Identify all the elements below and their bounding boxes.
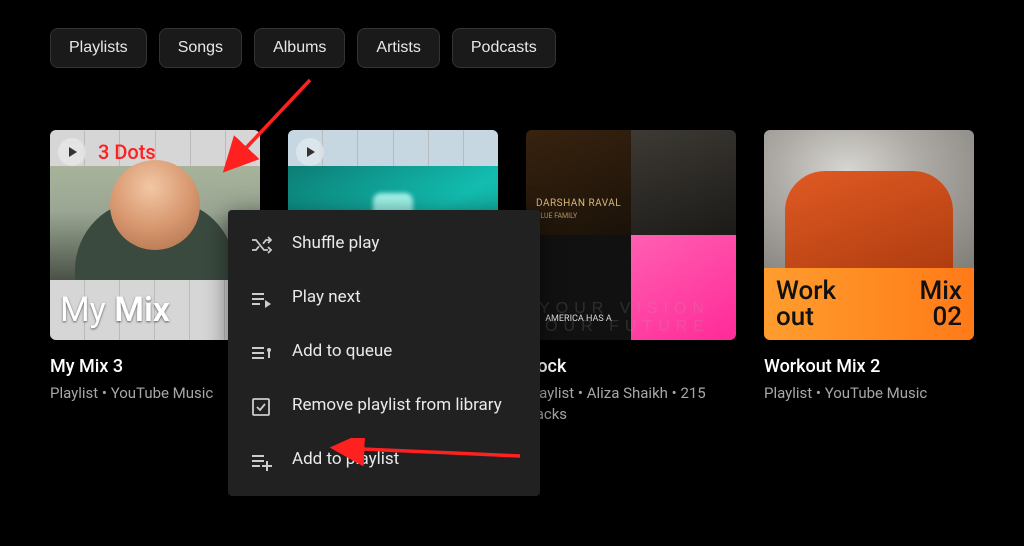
cover-tile bbox=[631, 130, 736, 235]
playlist-add-icon bbox=[248, 448, 274, 474]
annotation-3dots-label: 3 Dots bbox=[98, 140, 156, 164]
playlist-title[interactable]: Workout Mix 2 bbox=[764, 356, 974, 377]
library-check-icon bbox=[248, 394, 274, 420]
cover-band-text: Work bbox=[776, 278, 836, 304]
menu-item-label: Remove playlist from library bbox=[292, 394, 502, 417]
queue-icon bbox=[248, 340, 274, 366]
menu-item-label: Add to queue bbox=[292, 340, 392, 363]
tab-artists[interactable]: Artists bbox=[357, 28, 439, 68]
menu-item-remove-from-library[interactable]: Remove playlist from library bbox=[228, 380, 540, 434]
playlist-card-rock[interactable]: AMERICA HAS A DARSHAN RAVAL BLUE FAMILY … bbox=[526, 130, 736, 425]
cover-tile bbox=[631, 235, 736, 340]
cover-tile: AMERICA HAS A bbox=[526, 235, 631, 340]
tab-playlists[interactable]: Playlists bbox=[50, 28, 147, 68]
cover-band-text: Mix bbox=[920, 278, 962, 304]
play-icon[interactable] bbox=[58, 138, 86, 166]
cover-band-text: 02 bbox=[920, 304, 962, 330]
play-next-icon bbox=[248, 286, 274, 312]
tab-albums[interactable]: Albums bbox=[254, 28, 345, 68]
playlist-card-workout2[interactable]: Work out Mix 02 Workout Mix 2 Playlist •… bbox=[764, 130, 974, 425]
cover-text: DARSHAN RAVAL bbox=[536, 198, 621, 209]
playlist-cover[interactable]: Work out Mix 02 bbox=[764, 130, 974, 340]
menu-item-label: Shuffle play bbox=[292, 232, 379, 255]
playlist-subtitle: Playlist • Aliza Shaikh • 215 tracks bbox=[526, 383, 736, 425]
menu-item-add-to-queue[interactable]: Add to queue bbox=[228, 326, 540, 380]
menu-item-play-next[interactable]: Play next bbox=[228, 272, 540, 326]
library-filter-tabs: Playlists Songs Albums Artists Podcasts bbox=[0, 0, 1024, 68]
cover-band-prefix: My bbox=[60, 290, 106, 330]
playlist-title[interactable]: Rock bbox=[526, 356, 736, 377]
cover-band-text: out bbox=[776, 304, 836, 330]
menu-item-label: Play next bbox=[292, 286, 361, 309]
tab-songs[interactable]: Songs bbox=[159, 28, 242, 68]
cover-title-band: Work out Mix 02 bbox=[764, 268, 974, 340]
tab-podcasts[interactable]: Podcasts bbox=[452, 28, 556, 68]
playlist-subtitle: Playlist • YouTube Music bbox=[764, 383, 974, 404]
shuffle-icon bbox=[248, 232, 274, 258]
cover-text: BLUE FAMILY bbox=[536, 212, 577, 220]
playlist-cover[interactable]: AMERICA HAS A DARSHAN RAVAL BLUE FAMILY bbox=[526, 130, 736, 340]
cover-artist-image bbox=[764, 130, 974, 268]
annotation-arrow-to-3dots bbox=[200, 70, 320, 190]
annotation-arrow-to-remove bbox=[330, 438, 530, 468]
cover-band-bold: Mix bbox=[114, 290, 170, 330]
menu-item-shuffle-play[interactable]: Shuffle play bbox=[228, 218, 540, 272]
